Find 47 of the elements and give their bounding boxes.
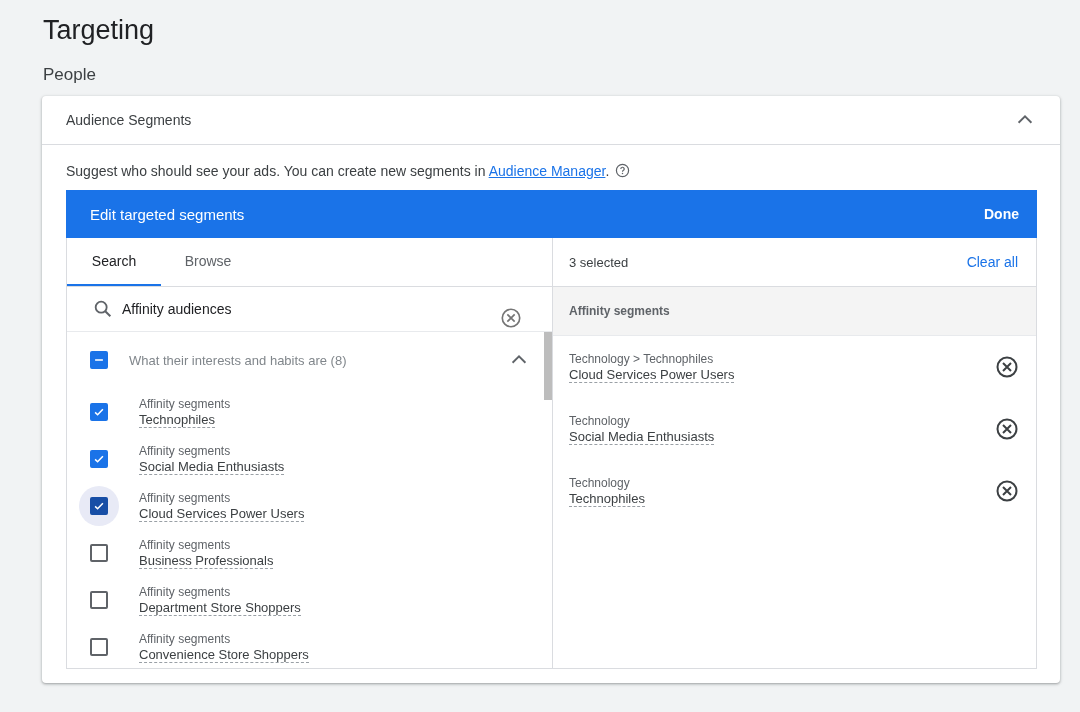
section-title: People <box>43 64 97 86</box>
item-category: Affinity segments <box>139 489 232 506</box>
item-name: Technophiles <box>139 411 215 428</box>
group-label: What their interests and habits are (8) <box>129 352 348 368</box>
done-button[interactable]: Done <box>982 202 1021 226</box>
item-name: Social Media Enthusiasts <box>569 429 715 445</box>
item-name: Business Professionals <box>139 552 274 569</box>
selected-count: 3 selected <box>569 254 629 270</box>
checkbox[interactable] <box>90 351 108 369</box>
editor-title: Edit targeted segments <box>90 205 245 223</box>
audience-manager-link[interactable]: Audience Manager <box>488 162 606 179</box>
remove-icon[interactable] <box>995 417 1019 441</box>
item-category: Affinity segments <box>139 536 232 553</box>
checkbox[interactable] <box>90 402 108 421</box>
checkbox[interactable] <box>90 637 108 656</box>
checkbox[interactable] <box>90 590 108 609</box>
clear-all-button[interactable]: Clear all <box>960 253 1024 271</box>
item-path: Technology > Technophiles <box>569 351 715 367</box>
card-title: Audience Segments <box>66 112 192 128</box>
item-path: Technology <box>569 413 631 429</box>
description: Suggest who should see your ads. You can create new segments in Audience Manager. <box>66 162 610 179</box>
page-title: Targeting <box>43 14 156 47</box>
item-name: Convenience Store Shoppers <box>139 646 309 663</box>
clear-icon[interactable] <box>500 307 522 329</box>
item-name: Cloud Services Power Users <box>139 505 305 522</box>
tab[interactable]: Browse <box>161 238 255 286</box>
search-icon <box>92 298 114 320</box>
item-category: Affinity segments <box>139 442 232 459</box>
search-field[interactable]: Affinity audiences <box>67 287 552 332</box>
search-value: Affinity audiences <box>122 301 233 317</box>
item-name: Social Media Enthusiasts <box>139 458 285 475</box>
item-category: Affinity segments <box>139 630 232 647</box>
item-category: Affinity segments <box>139 583 232 600</box>
checkbox[interactable] <box>90 543 108 562</box>
item-name: Department Store Shoppers <box>139 599 301 616</box>
checkbox[interactable] <box>90 449 108 468</box>
group-title: Affinity segments <box>569 304 670 318</box>
item-name: Technophiles <box>569 491 645 507</box>
remove-icon[interactable] <box>995 355 1019 379</box>
remove-icon[interactable] <box>995 479 1019 503</box>
item-path: Technology <box>569 475 631 491</box>
item-name: Cloud Services Power Users <box>569 367 735 383</box>
tab[interactable]: Search <box>67 238 161 286</box>
checkbox[interactable] <box>90 496 108 515</box>
help-icon[interactable] <box>615 163 631 178</box>
scrollbar[interactable] <box>544 332 552 400</box>
item-category: Affinity segments <box>139 395 231 412</box>
